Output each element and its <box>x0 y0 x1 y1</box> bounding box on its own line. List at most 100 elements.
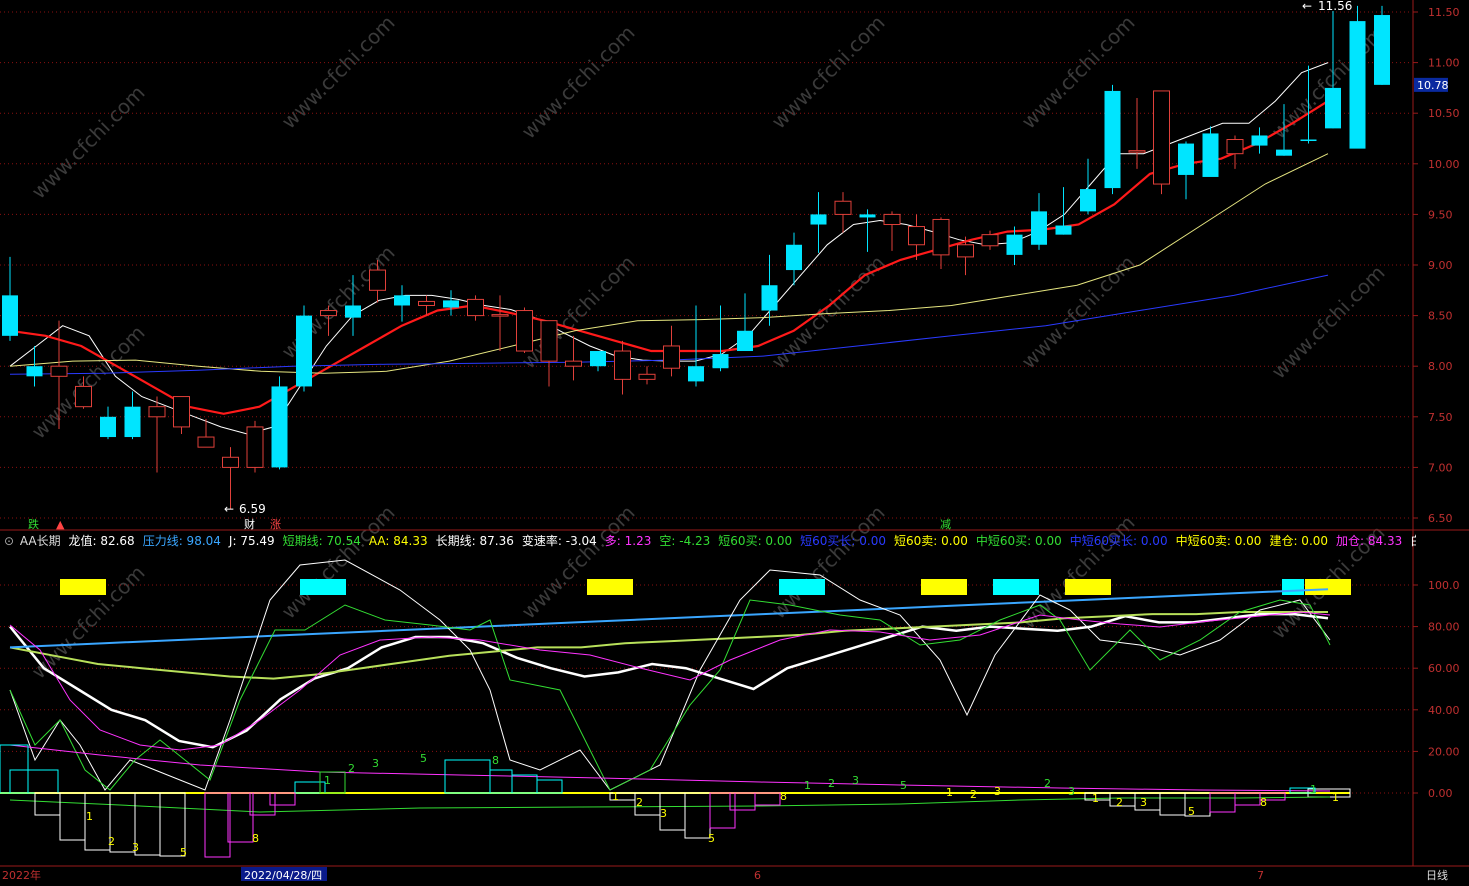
signal-block <box>60 579 106 595</box>
step-count-label: 8 <box>1260 796 1267 809</box>
candle-body <box>491 314 509 317</box>
indicator-tick-label: 0.00 <box>1428 787 1453 800</box>
indicator-tick-label: 40.00 <box>1428 704 1460 717</box>
high-marker-label: 11.56 <box>1318 0 1352 13</box>
indicator-value: J: 75.49 <box>228 534 275 548</box>
candle-body <box>883 213 901 226</box>
candle-body <box>1104 90 1121 189</box>
watermark-text: www.cfchi.com <box>1017 251 1140 374</box>
step-count-label: 8 <box>492 754 499 767</box>
candle-body <box>320 310 337 317</box>
signal-block <box>779 579 825 595</box>
candle-body <box>516 310 533 352</box>
signal-block <box>993 579 1039 595</box>
step-count-label: 3 <box>372 757 379 770</box>
candle-body <box>1374 15 1390 85</box>
watermark-text: www.cfchi.com <box>767 11 890 134</box>
up-step-bar <box>536 779 563 794</box>
candle-body <box>859 214 876 218</box>
up-step-bar <box>444 759 491 794</box>
indicator-tick-label: 100.0 <box>1428 579 1460 592</box>
chart-canvas[interactable]: www.cfchi.com www.cfchi.com www.cfchi.com w… <box>0 0 1469 882</box>
step-count-label: 3 <box>1068 785 1075 798</box>
candle-body <box>1226 139 1244 155</box>
candle-body <box>1080 189 1096 212</box>
candle-body <box>173 396 190 428</box>
indicator-value: 建仓: 0.00 <box>1269 534 1329 548</box>
watermark-text: www.cfchi.com <box>27 561 150 684</box>
candle-body <box>1153 90 1170 185</box>
step-count-label: 3 <box>132 841 139 854</box>
down-step-bar <box>684 792 711 839</box>
step-count-label: 5 <box>900 779 907 792</box>
signal-block <box>300 579 346 595</box>
indicator-toggle-icon[interactable]: ⊙ <box>4 534 14 548</box>
step-count-label: 3 <box>660 807 667 820</box>
candle-body <box>418 300 435 306</box>
price-tick-label: 9.50 <box>1428 208 1453 221</box>
candle-body <box>810 214 827 225</box>
candle-body <box>467 298 484 317</box>
step-count-label: 1 <box>324 774 331 787</box>
signal-block <box>587 579 633 595</box>
candle-body <box>197 436 215 448</box>
indicator-line-0 <box>9 612 1329 749</box>
indicator-value: AA: 84.33 <box>368 534 428 548</box>
candle-body <box>761 285 778 311</box>
indicator-value: 龙值: 82.68 <box>68 534 135 548</box>
down-step-bar <box>227 792 254 843</box>
indicator-name[interactable]: AA长期 <box>20 534 61 548</box>
down-step-bar <box>729 792 756 811</box>
step-count-label: 1 <box>804 779 811 792</box>
date-label: 2022年 <box>2 868 41 882</box>
date-axis: 2022年 2022/04/28/四 6 7 日线 <box>0 865 1469 882</box>
current-price-label: 10.78 <box>1417 79 1449 92</box>
indicator-value: 加仓: 84.33 <box>1336 534 1403 548</box>
price-tick-label: 11.00 <box>1428 57 1460 70</box>
candle-body <box>614 350 631 380</box>
watermark-text: www.cfchi.com <box>277 501 400 624</box>
candle-body <box>369 269 386 291</box>
up-step-bar <box>511 774 538 794</box>
signal-block <box>1065 579 1111 595</box>
date-label: 6 <box>754 869 761 882</box>
indicator-values: 龙值: 82.68 压力线: 98.04 J: 75.49 短期线: 70.54 AA:… <box>68 534 1416 548</box>
step-count-label: 5 <box>708 832 715 845</box>
period-label: 日线 <box>1426 868 1448 882</box>
candle-body <box>1276 149 1292 156</box>
step-count-label: 8 <box>780 790 787 803</box>
candle-body <box>1178 143 1194 175</box>
candle-body <box>1251 135 1268 146</box>
event-marker: 涨 <box>270 518 281 531</box>
low-marker-arrow: ← <box>224 502 234 516</box>
candle-body <box>1300 139 1317 142</box>
indicator-value: 中短60买长: 0.00 <box>1069 534 1168 548</box>
watermark-text: www.cfchi.com <box>277 241 400 364</box>
candle-body <box>246 426 264 468</box>
indicator-value: 长期线: 87.36 <box>435 534 514 548</box>
candle-body <box>50 365 68 377</box>
watermark-text: www.cfchi.com <box>1267 261 1390 384</box>
down-step-bar <box>1209 792 1236 813</box>
down-step-bar <box>59 792 86 841</box>
indicator-tick-label: 20.00 <box>1428 745 1460 758</box>
event-marker: 跌 <box>28 517 39 531</box>
candle-body <box>737 330 753 352</box>
candle-body <box>1202 133 1219 177</box>
indicator-value: 空: -4.23 <box>659 534 711 548</box>
candle-body <box>957 244 974 258</box>
candle-body <box>75 385 92 408</box>
watermark-text: www.cfchi.com <box>1017 11 1140 134</box>
down-step-bar <box>269 792 296 806</box>
indicator-value: 变速率: -3.04 <box>521 534 597 548</box>
step-count-label: 5 <box>420 752 427 765</box>
candle-body <box>1006 234 1023 255</box>
indicator-value: 多: 1.23 <box>604 534 652 548</box>
step-count-label: 1 <box>1332 791 1339 804</box>
step-count-label: 5 <box>180 846 187 859</box>
indicator-value: 压力线: 98.04 <box>142 534 221 548</box>
indicator-header: ⊙ AA长期 龙值: 82.68 压力线: 98.04 J: 75.49 短期线: 7… <box>4 532 1416 550</box>
price-tick-label: 8.00 <box>1428 360 1453 373</box>
indicator-value: 中短60买: 0.00 <box>975 534 1062 548</box>
candle-body <box>663 345 680 369</box>
